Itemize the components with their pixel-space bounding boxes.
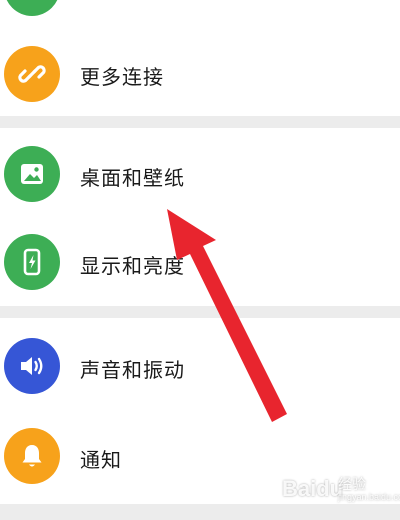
settings-item-notifications[interactable]: 通知 bbox=[0, 408, 400, 496]
settings-item-label: 通知 bbox=[80, 448, 122, 472]
settings-item-label: 显示和亮度 bbox=[80, 254, 185, 278]
settings-group-display: 桌面和壁纸 显示和亮度 bbox=[0, 128, 400, 306]
settings-item-label: 更多连接 bbox=[80, 65, 164, 89]
settings-item-desktop-wallpaper[interactable]: 桌面和壁纸 bbox=[0, 128, 400, 216]
partial-green-icon[interactable] bbox=[4, 0, 60, 16]
settings-group-sound: 声音和振动 通知 bbox=[0, 318, 400, 504]
phone-brightness-icon bbox=[4, 234, 60, 290]
settings-item-display-brightness[interactable]: 显示和亮度 bbox=[0, 218, 400, 306]
settings-item-label: 声音和振动 bbox=[80, 358, 185, 382]
bell-icon bbox=[4, 428, 60, 484]
settings-item-more-connections[interactable]: 更多连接 bbox=[0, 30, 400, 118]
settings-group-top: 更多连接 bbox=[0, 0, 400, 116]
link-icon bbox=[4, 46, 60, 102]
speaker-icon bbox=[4, 338, 60, 394]
image-icon bbox=[4, 146, 60, 202]
settings-item-sound-vibration[interactable]: 声音和振动 bbox=[0, 318, 400, 406]
settings-item-label: 桌面和壁纸 bbox=[80, 166, 185, 190]
